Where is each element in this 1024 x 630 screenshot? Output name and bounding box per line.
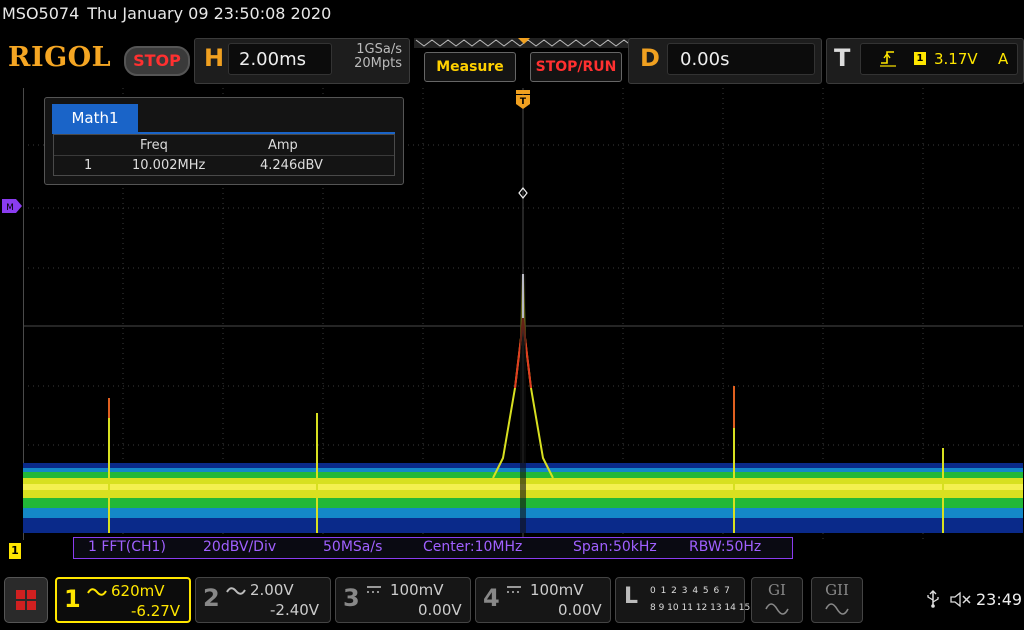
ch4-number: 4 [483,584,500,612]
stop-run-button[interactable]: STOP/RUN [530,52,622,82]
rising-edge-icon [880,51,896,67]
peak-amp: 4.246dBV [260,158,323,173]
table-divider [54,155,394,156]
status-line: MSO5074 Thu January 09 23:50:08 2020 [2,4,339,23]
ch3-scale: 100mV [390,581,444,599]
svg-text:M: M [6,203,14,213]
delay-label: D [640,44,660,72]
main-menu-button[interactable] [4,577,48,623]
ch2-offset: -2.40V [270,601,320,619]
sine-wave-icon [825,603,849,615]
fft-rate: 50MSa/s [323,539,383,555]
col-header-amp: Amp [268,138,298,153]
peak-table: Freq Amp 1 10.002MHz 4.246dBV [53,134,395,176]
math1-tab[interactable]: Math1 [52,104,138,132]
generator-2-label: GII [825,581,849,599]
la-channels-high: 8 9 10 11 12 13 14 15 [650,603,751,613]
ch1-settings[interactable]: 1 620mV -6.27V [55,577,191,623]
trigger-label: T [834,44,851,72]
generator-2-button[interactable]: GII [811,577,863,623]
generator-1-label: GI [768,581,786,599]
timebase-value[interactable]: 2.00ms [228,43,332,75]
dc-icon [507,586,521,593]
fft-rbw: RBW:50Hz [689,539,762,555]
ch1-offset: -6.27V [131,602,181,620]
sine-wave-icon [765,603,789,615]
trigger-position-marker[interactable]: T [515,88,531,110]
ac-wave-icon [87,588,107,596]
trigger-mode: A [998,50,1009,68]
speaker-muted-icon[interactable] [950,591,972,608]
delay-value[interactable]: 0.00s [667,43,815,75]
ch3-number: 3 [343,584,360,612]
measure-button[interactable]: Measure [424,52,516,82]
sample-rate: 1GSa/s [356,42,402,57]
rigol-logo: RIGOL [8,42,112,73]
ch4-offset: 0.00V [558,601,602,619]
fft-center: Center:10MHz [423,539,523,555]
model-name: MSO5074 [2,4,80,23]
la-channels-low: 0 1 2 3 4 5 6 7 [650,586,731,596]
logic-analyzer-settings[interactable]: L 0 1 2 3 4 5 6 7 8 9 10 11 12 13 14 15 [615,577,750,623]
col-header-freq: Freq [140,138,168,153]
fft-span: Span:50kHz [573,539,657,555]
ch1-number: 1 [64,585,81,613]
ac-wave-icon [226,587,246,595]
date-time: Thu January 09 23:50:08 2020 [87,4,332,23]
horizontal-label: H [204,44,225,72]
math-channel-marker[interactable]: M [2,199,22,213]
fft-scale: 20dBV/Div [203,539,277,555]
usb-icon [927,590,939,608]
row-index: 1 [84,158,93,173]
ch2-scale: 2.00V [250,581,294,599]
memory-position-strip [414,38,634,48]
acquisition-info: 1GSa/s 20Mpts [340,43,402,71]
trigger-level: 3.17V [934,50,978,68]
dc-icon [367,586,381,593]
ch3-settings[interactable]: 3 100mV 0.00V [335,577,471,623]
ch2-number: 2 [203,584,220,612]
generator-1-button[interactable]: GI [751,577,803,623]
trigger-source-badge: 1 [914,52,926,65]
la-letter: L [624,584,639,609]
system-clock: 23:49 [976,590,1023,609]
memory-depth: 20Mpts [354,56,402,71]
ch3-offset: 0.00V [418,601,462,619]
grid-menu-icon [16,590,36,610]
run-state-badge[interactable]: STOP [124,46,190,76]
ch2-settings[interactable]: 2 2.00V -2.40V [195,577,331,623]
ch4-scale: 100mV [530,581,584,599]
svg-text:T: T [520,97,527,107]
fft-source: 1 FFT(CH1) [88,539,166,555]
ch1-scale: 620mV [111,582,165,600]
ch1-offset-marker[interactable]: 1 [9,543,21,559]
ch4-settings[interactable]: 4 100mV 0.00V [475,577,611,623]
peak-freq: 10.002MHz [132,158,206,173]
